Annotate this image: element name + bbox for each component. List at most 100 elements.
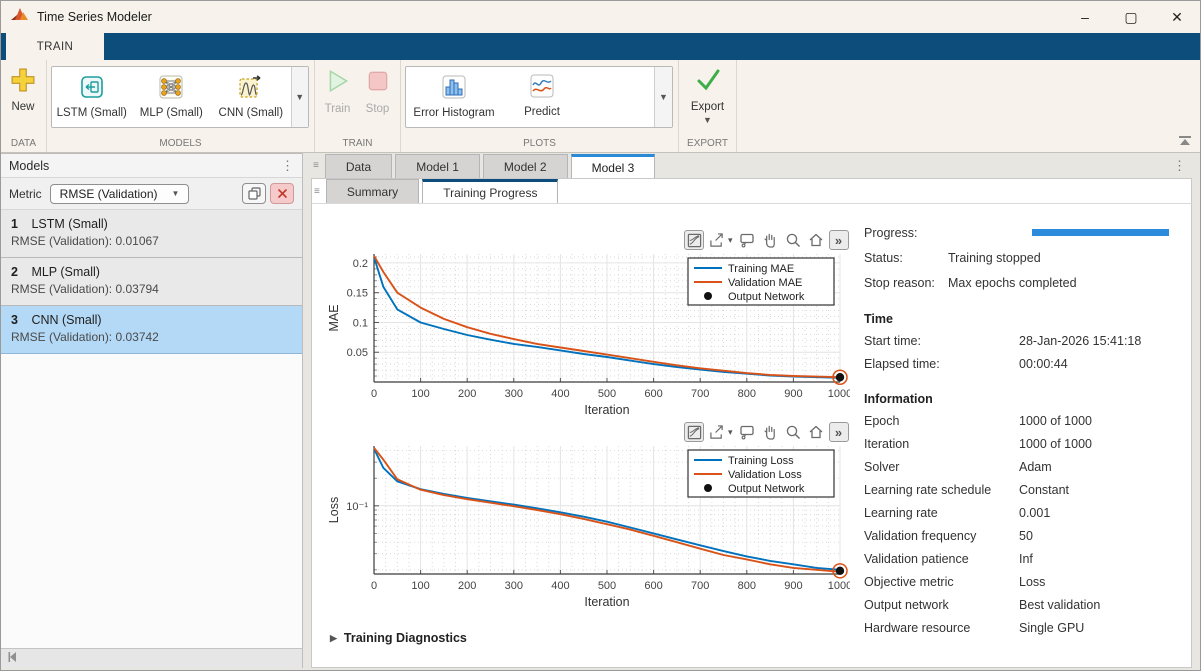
duplicate-model-button[interactable] bbox=[242, 183, 266, 204]
minimize-button[interactable]: – bbox=[1062, 1, 1108, 33]
model-list-item-2[interactable]: 2 MLP (Small) RMSE (Validation): 0.03794 bbox=[1, 258, 302, 306]
document-tab-menu-icon[interactable]: ⋮ bbox=[1173, 158, 1186, 174]
svg-text:400: 400 bbox=[551, 388, 569, 400]
metric-dropdown-value: RMSE (Validation) bbox=[60, 187, 158, 201]
training-diagnostics-toggle[interactable]: ▶ Training Diagnostics bbox=[330, 631, 467, 645]
row-label: Hardware resource bbox=[864, 621, 1019, 635]
ribbon: New DATA LSTM (Small) bbox=[1, 60, 1200, 153]
metric-dropdown[interactable]: RMSE (Validation) ▼ bbox=[50, 184, 190, 204]
export-dropdown-caret: ▼ bbox=[703, 115, 712, 125]
plots-gallery-dropdown[interactable]: ▼ bbox=[654, 67, 672, 127]
row-value: 50 bbox=[1019, 529, 1033, 543]
row-value: Constant bbox=[1019, 483, 1069, 497]
model-index: 3 bbox=[11, 313, 18, 327]
stop-button[interactable]: Stop bbox=[359, 64, 397, 121]
tab-summary[interactable]: Summary bbox=[326, 179, 419, 203]
tab-data[interactable]: Data bbox=[325, 154, 392, 178]
ribbon-section-models: LSTM (Small) bbox=[47, 60, 315, 152]
models-panel-menu-icon[interactable]: ⋮ bbox=[281, 158, 294, 174]
row-value: Inf bbox=[1019, 552, 1033, 566]
svg-text:100: 100 bbox=[411, 580, 429, 592]
row-value: Loss bbox=[1019, 575, 1045, 589]
collapse-ribbon-icon[interactable] bbox=[1178, 134, 1192, 152]
close-button[interactable]: ✕ bbox=[1154, 1, 1200, 33]
svg-text:900: 900 bbox=[784, 580, 802, 592]
ribbon-tab-strip: TRAIN bbox=[1, 33, 1200, 60]
ribbon-section-train: Train Stop TRAIN bbox=[315, 60, 401, 152]
new-button[interactable]: New bbox=[5, 64, 41, 119]
progress-bar bbox=[1032, 229, 1169, 236]
tab-group-handle-icon[interactable]: ≡ bbox=[314, 186, 320, 197]
maximize-button[interactable]: ▢ bbox=[1108, 1, 1154, 33]
tab-model-2[interactable]: Model 2 bbox=[483, 154, 568, 178]
model-index: 1 bbox=[11, 217, 18, 231]
ribbon-section-plots: Error Histogram Predict ▼ PLOTS bbox=[401, 60, 679, 152]
row-label: Learning rate bbox=[864, 506, 1019, 520]
new-button-label: New bbox=[11, 101, 34, 115]
gallery-item-error-histogram[interactable]: Error Histogram bbox=[406, 67, 502, 127]
information-heading: Information bbox=[864, 388, 1176, 409]
gallery-item-label: Error Histogram bbox=[413, 107, 494, 120]
row-label: Elapsed time: bbox=[864, 357, 1019, 371]
new-plus-icon bbox=[11, 68, 35, 97]
train-button[interactable]: Train bbox=[319, 64, 357, 121]
svg-text:MAE: MAE bbox=[327, 304, 341, 331]
row-value: 00:00:44 bbox=[1019, 357, 1068, 371]
model-metric: RMSE (Validation): 0.01067 bbox=[11, 234, 292, 248]
export-button[interactable]: Export ▼ bbox=[685, 64, 730, 129]
info-row: Learning rate 0.001 bbox=[864, 501, 1176, 524]
stop-icon bbox=[365, 68, 391, 99]
row-label: Learning rate schedule bbox=[864, 483, 1019, 497]
tab-model-3[interactable]: Model 3 bbox=[571, 154, 656, 178]
gallery-item-label: MLP (Small) bbox=[140, 107, 203, 120]
svg-text:0.1: 0.1 bbox=[353, 317, 368, 329]
export-plot-caret[interactable]: ▾ bbox=[728, 235, 733, 246]
section-label-plots: PLOTS bbox=[405, 136, 674, 152]
model-index: 2 bbox=[11, 265, 18, 279]
svg-text:800: 800 bbox=[738, 388, 756, 400]
row-value: 0.001 bbox=[1019, 506, 1050, 520]
matlab-logo-icon bbox=[11, 7, 29, 27]
tab-group-handle-icon[interactable]: ≡ bbox=[313, 160, 319, 171]
svg-text:0.15: 0.15 bbox=[347, 288, 368, 300]
collapse-panel-icon[interactable] bbox=[7, 650, 19, 668]
document-tab-bar: ≡ Data Model 1 Model 2 Model 3 ⋮ bbox=[311, 153, 1192, 178]
export-plot-caret[interactable]: ▾ bbox=[728, 427, 733, 438]
models-gallery-dropdown[interactable]: ▼ bbox=[291, 67, 308, 127]
delete-model-button[interactable] bbox=[270, 183, 294, 204]
row-label: Validation frequency bbox=[864, 529, 1019, 543]
loss-chart[interactable]: 0100200300400500600700800900100010⁻¹Iter… bbox=[326, 438, 850, 615]
row-value: 1000 of 1000 bbox=[1019, 437, 1092, 451]
tab-model-1[interactable]: Model 1 bbox=[395, 154, 480, 178]
ribbon-section-data: New DATA bbox=[1, 60, 47, 152]
row-label: Start time: bbox=[864, 334, 1019, 348]
train-play-icon bbox=[325, 68, 351, 99]
model-list-item-1[interactable]: 1 LSTM (Small) RMSE (Validation): 0.0106… bbox=[1, 210, 302, 258]
info-row: Objective metric Loss bbox=[864, 570, 1176, 593]
row-label: Objective metric bbox=[864, 575, 1019, 589]
gallery-item-predict[interactable]: Predict bbox=[502, 67, 582, 121]
mae-chart[interactable]: 010020030040050060070080090010000.050.10… bbox=[326, 246, 850, 423]
svg-text:0.2: 0.2 bbox=[353, 258, 368, 270]
error-histogram-icon bbox=[441, 74, 467, 105]
tab-training-progress[interactable]: Training Progress bbox=[422, 179, 558, 203]
svg-text:600: 600 bbox=[644, 388, 662, 400]
svg-text:700: 700 bbox=[691, 580, 709, 592]
row-value: Single GPU bbox=[1019, 621, 1084, 635]
tab-train[interactable]: TRAIN bbox=[6, 33, 104, 60]
model-list-item-3[interactable]: 3 CNN (Small) RMSE (Validation): 0.03742 bbox=[1, 306, 302, 354]
gallery-item-mlp[interactable]: MLP (Small) bbox=[132, 67, 212, 127]
gallery-item-cnn[interactable]: CNN (Small) bbox=[211, 67, 291, 127]
gallery-item-label: Predict bbox=[524, 106, 560, 119]
copy-icon bbox=[248, 187, 261, 200]
svg-text:0: 0 bbox=[371, 388, 377, 400]
info-row: Solver Adam bbox=[864, 455, 1176, 478]
info-row: Validation patience Inf bbox=[864, 547, 1176, 570]
svg-text:Iteration: Iteration bbox=[584, 595, 629, 609]
info-row: Output network Best validation bbox=[864, 593, 1176, 616]
stop-button-label: Stop bbox=[366, 103, 390, 117]
gallery-item-lstm[interactable]: LSTM (Small) bbox=[52, 67, 132, 127]
svg-text:400: 400 bbox=[551, 580, 569, 592]
svg-text:300: 300 bbox=[505, 580, 523, 592]
gallery-item-label: LSTM (Small) bbox=[57, 107, 127, 120]
